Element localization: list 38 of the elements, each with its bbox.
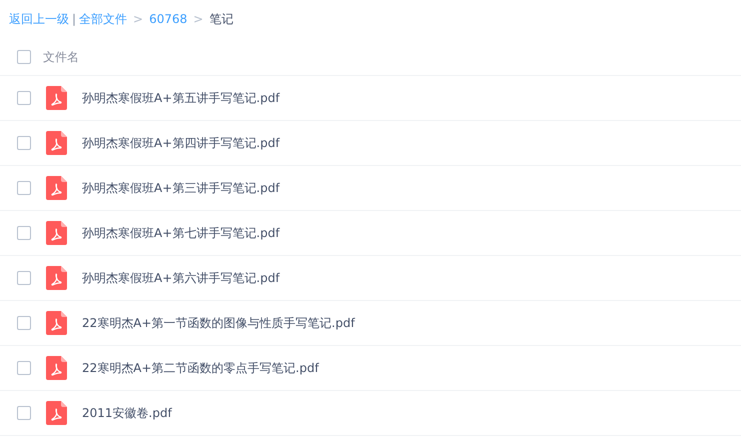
column-header: 文件名 <box>43 48 79 66</box>
file-row[interactable]: 22寒明杰A+第二节函数的零点手写笔记.pdf <box>0 346 741 391</box>
file-row[interactable]: 孙明杰寒假班A+第三讲手写笔记.pdf <box>0 166 741 211</box>
checkbox[interactable] <box>17 271 31 285</box>
file-name: 2011安徽卷.pdf <box>82 405 172 422</box>
breadcrumb-separator: > <box>132 11 144 28</box>
pdf-file-icon <box>46 266 67 290</box>
file-name: 22寒明杰A+第一节函数的图像与性质手写笔记.pdf <box>82 315 355 332</box>
file-row[interactable]: 22寒明杰A+第一节函数的图像与性质手写笔记.pdf <box>0 301 741 346</box>
pdf-file-icon <box>46 131 67 155</box>
checkbox[interactable] <box>17 316 31 330</box>
file-name: 孙明杰寒假班A+第四讲手写笔记.pdf <box>82 135 280 152</box>
pdf-file-icon <box>46 86 67 110</box>
file-row[interactable]: 2011安徽卷.pdf <box>0 391 741 436</box>
checkbox[interactable] <box>17 226 31 240</box>
pdf-file-icon <box>46 401 67 425</box>
checkbox[interactable] <box>17 136 31 150</box>
pdf-file-icon <box>46 311 67 335</box>
file-name: 孙明杰寒假班A+第七讲手写笔记.pdf <box>82 225 280 242</box>
file-name: 孙明杰寒假班A+第五讲手写笔记.pdf <box>82 90 280 107</box>
breadcrumb-current: 笔记 <box>209 11 234 28</box>
pdf-file-icon <box>46 356 67 380</box>
checkbox[interactable] <box>17 50 31 64</box>
file-row[interactable]: 孙明杰寒假班A+第七讲手写笔记.pdf <box>0 211 741 256</box>
pdf-file-icon <box>46 221 67 245</box>
pdf-file-icon <box>46 176 67 200</box>
file-row[interactable]: 孙明杰寒假班A+第四讲手写笔记.pdf <box>0 121 741 166</box>
breadcrumb-divider: | <box>71 11 78 28</box>
checkbox[interactable] <box>17 406 31 420</box>
file-row[interactable]: 孙明杰寒假班A+第五讲手写笔记.pdf <box>0 76 741 121</box>
file-name: 孙明杰寒假班A+第六讲手写笔记.pdf <box>82 270 280 287</box>
file-name: 22寒明杰A+第二节函数的零点手写笔记.pdf <box>82 360 319 377</box>
file-name: 孙明杰寒假班A+第三讲手写笔记.pdf <box>82 180 280 197</box>
checkbox[interactable] <box>17 181 31 195</box>
breadcrumb-separator: > <box>192 11 204 28</box>
checkbox[interactable] <box>17 91 31 105</box>
file-row[interactable]: 孙明杰寒假班A+第六讲手写笔记.pdf <box>0 256 741 301</box>
checkbox[interactable] <box>17 361 31 375</box>
